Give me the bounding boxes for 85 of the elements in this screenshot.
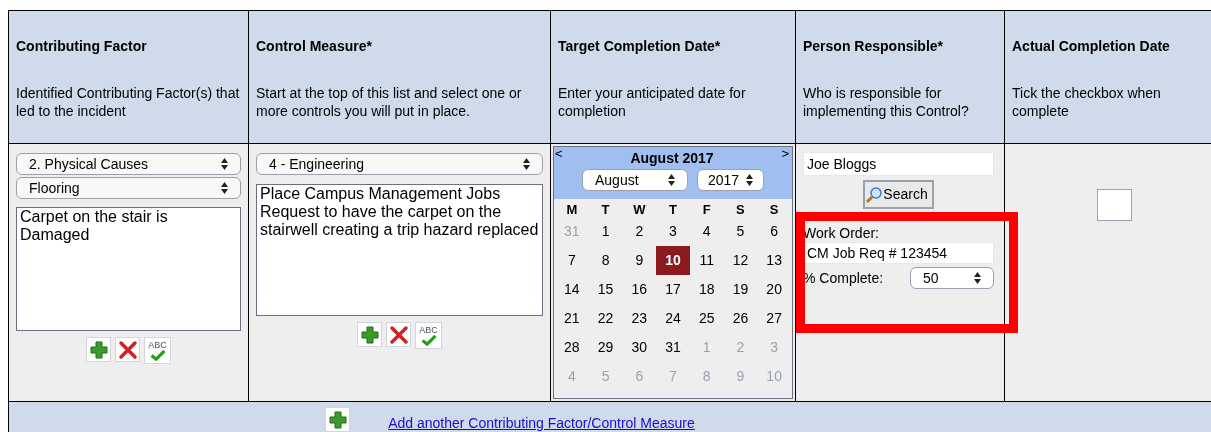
calendar-day[interactable]: 14 xyxy=(555,275,589,304)
calendar-day[interactable]: 3 xyxy=(656,217,690,246)
measure-field[interactable]: Place Campus Management Jobs Request to have the carpet on the stairwell creating a trip hazard replaced xyxy=(256,184,543,316)
search-icon xyxy=(865,185,884,204)
weekday-label: T xyxy=(668,201,678,217)
weekday-label: M xyxy=(565,201,579,217)
calendar-day[interactable]: 23 xyxy=(622,304,657,333)
work-order-field[interactable]: CM Job Req # 123454 xyxy=(803,242,994,264)
column-hint: Who is responsible for implementing this Control? xyxy=(803,84,970,120)
select-arrows-icon xyxy=(221,182,228,194)
cross-icon xyxy=(388,324,409,345)
check-icon xyxy=(148,349,167,361)
completed-checkbox[interactable] xyxy=(1097,189,1132,221)
search-button[interactable]: Search xyxy=(863,180,934,209)
calendar-day[interactable]: 29 xyxy=(588,333,623,362)
column-title: Person Responsible* xyxy=(803,37,945,56)
select-arrows-icon xyxy=(974,272,981,284)
year-select[interactable]: 2017 xyxy=(697,169,764,191)
calendar-day[interactable]: 1 xyxy=(588,217,623,246)
select-arrows-icon xyxy=(746,174,753,186)
calendar-day[interactable]: 30 xyxy=(622,333,657,362)
calendar-day[interactable]: 5 xyxy=(723,217,758,246)
calendar-day[interactable]: 15 xyxy=(588,275,623,304)
calendar-day[interactable]: 19 xyxy=(723,275,758,304)
add-row-link[interactable]: Add another Contributing Factor/Control Measure xyxy=(388,413,695,432)
description-field[interactable]: Carpet on the stair is Damaged xyxy=(16,207,241,331)
calendar-day[interactable]: 13 xyxy=(757,246,791,275)
next-month-button[interactable]: > xyxy=(781,147,792,161)
plus-icon xyxy=(88,339,109,360)
column-hint: Start at the top of this list and select one or more controls you will put in place. xyxy=(256,84,523,120)
weekday-label: F xyxy=(701,201,712,217)
column-hint: Identified Contributing Factor(s) that led to the incident xyxy=(16,84,241,120)
calendar-day[interactable]: 22 xyxy=(588,304,623,333)
calendar-day[interactable]: 11 xyxy=(689,246,724,275)
calendar-day[interactable]: 8 xyxy=(588,246,623,275)
plus-icon xyxy=(359,324,380,345)
calendar-day[interactable]: 10 xyxy=(656,246,690,275)
calendar-day[interactable]: 24 xyxy=(656,304,690,333)
plus-icon xyxy=(327,409,348,430)
select-arrows-icon xyxy=(668,174,675,186)
calendar-day[interactable]: 21 xyxy=(555,304,589,333)
calendar-day[interactable]: 17 xyxy=(656,275,690,304)
calendar-day[interactable]: 28 xyxy=(555,333,589,362)
column-title: Target Completion Date* xyxy=(558,37,722,56)
select-arrows-icon xyxy=(221,158,228,170)
calendar-day[interactable]: 18 xyxy=(689,275,724,304)
calendar-day[interactable]: 6 xyxy=(757,217,791,246)
weekday-label: W xyxy=(632,201,647,217)
subcategory-select[interactable]: Flooring xyxy=(16,177,241,199)
person-field[interactable]: Joe Bloggs xyxy=(803,152,994,176)
calendar-day[interactable]: 9 xyxy=(622,246,657,275)
spell-check-button[interactable]: ABC xyxy=(415,322,442,349)
column-hint: Tick the checkbox when complete xyxy=(1012,84,1162,120)
calendar-day[interactable]: 27 xyxy=(757,304,791,333)
delete-button[interactable] xyxy=(386,322,411,347)
column-title: Control Measure* xyxy=(256,37,373,56)
calendar-day[interactable]: 20 xyxy=(757,275,791,304)
weekday-label: T xyxy=(600,201,611,217)
add-button[interactable] xyxy=(357,322,382,347)
calendar-day[interactable]: 26 xyxy=(723,304,758,333)
select-arrows-icon xyxy=(523,158,530,170)
measure-select[interactable]: 4 - Engineering xyxy=(256,153,543,175)
calendar-day[interactable]: 16 xyxy=(622,275,657,304)
column-hint: Enter your anticipated date for completion xyxy=(558,84,747,120)
spell-check-button[interactable]: ABC xyxy=(144,337,171,364)
weekday-label: S xyxy=(768,201,780,217)
calendar-day[interactable]: 12 xyxy=(723,246,758,275)
percent-complete-select[interactable]: 50 xyxy=(910,267,994,289)
weekday-label: S xyxy=(735,201,746,217)
add-button[interactable] xyxy=(86,337,111,362)
cross-icon xyxy=(117,339,138,360)
column-title: Actual Completion Date xyxy=(1012,37,1171,56)
calendar-day[interactable]: 4 xyxy=(689,217,724,246)
calendar-day[interactable]: 7 xyxy=(555,246,589,275)
calendar-day[interactable]: 31 xyxy=(656,333,690,362)
add-row-button[interactable] xyxy=(325,407,351,432)
calendar-day[interactable]: 2 xyxy=(622,217,657,246)
previous-month-button[interactable]: < xyxy=(554,147,563,161)
calendar-day[interactable]: 25 xyxy=(689,304,724,333)
check-icon xyxy=(419,334,438,346)
calendar-title: August 2017 xyxy=(630,149,714,166)
column-title: Contributing Factor xyxy=(16,37,148,56)
category-select[interactable]: 2. Physical Causes xyxy=(16,153,241,175)
delete-button[interactable] xyxy=(115,337,140,362)
month-select[interactable]: August xyxy=(582,169,688,191)
